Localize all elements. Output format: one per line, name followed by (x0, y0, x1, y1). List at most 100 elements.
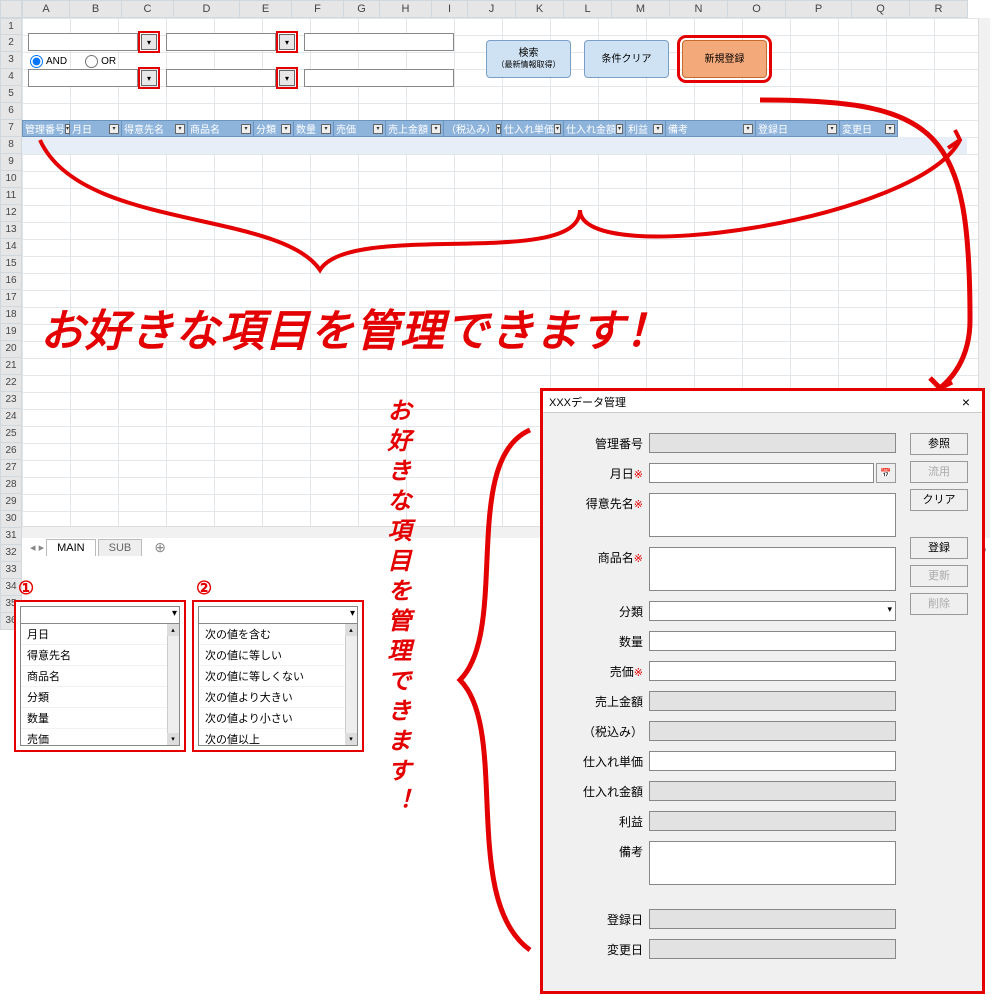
filter-icon[interactable]: ▾ (281, 124, 291, 134)
list-item[interactable]: 売価 (21, 729, 179, 746)
input-note[interactable] (649, 841, 896, 885)
dd1-scroll-down-icon[interactable]: ▾ (167, 733, 179, 745)
row-header[interactable]: 11 (0, 188, 22, 205)
dropdown-button-1b[interactable]: ▾ (279, 34, 295, 50)
row-header[interactable]: 3 (0, 52, 22, 69)
col-header-C[interactable]: C (122, 0, 174, 18)
table-header-cell[interactable]: 分類▾ (254, 120, 294, 137)
search-value-1[interactable] (304, 33, 454, 51)
list-item[interactable]: 分類 (21, 687, 179, 708)
row-header[interactable]: 23 (0, 392, 22, 409)
tab-nav-left[interactable]: ◂ ▸ (30, 541, 44, 554)
filter-icon[interactable]: ▾ (616, 124, 623, 134)
radio-and-input[interactable] (30, 55, 43, 68)
table-header-cell[interactable]: 仕入れ金額▾ (564, 120, 626, 137)
filter-icon[interactable]: ▾ (373, 124, 383, 134)
list-item[interactable]: 次の値を含む (199, 624, 357, 645)
calendar-icon[interactable]: 📅 (876, 463, 896, 483)
clear-button[interactable]: クリア (910, 489, 968, 511)
col-header-A[interactable]: A (22, 0, 70, 18)
table-header-cell[interactable]: 数量▾ (294, 120, 334, 137)
tab-add[interactable]: ⊕ (144, 537, 176, 558)
col-header-K[interactable]: K (516, 0, 564, 18)
filter-icon[interactable]: ▾ (554, 124, 561, 134)
row-header[interactable]: 21 (0, 358, 22, 375)
row-header[interactable]: 5 (0, 86, 22, 103)
row-header[interactable]: 16 (0, 273, 22, 290)
tab-sub[interactable]: SUB (98, 539, 143, 556)
input-price[interactable] (649, 661, 896, 681)
row-header[interactable]: 19 (0, 324, 22, 341)
table-header-cell[interactable]: 備考▾ (666, 120, 756, 137)
table-header-cell[interactable]: 得意先名▾ (122, 120, 188, 137)
new-register-button[interactable]: 新規登録 (682, 40, 767, 78)
list-item[interactable]: 次の値に等しい (199, 645, 357, 666)
radio-and[interactable]: AND (30, 55, 67, 68)
list-item[interactable]: 次の値より大きい (199, 687, 357, 708)
row-header[interactable]: 2 (0, 35, 22, 52)
dropdown-button-1a[interactable]: ▾ (141, 34, 157, 50)
row-header[interactable]: 13 (0, 222, 22, 239)
close-icon[interactable]: × (956, 394, 976, 410)
row-header[interactable]: 20 (0, 341, 22, 358)
search-cond-2a[interactable] (166, 69, 276, 87)
radio-or-input[interactable] (85, 55, 98, 68)
update-button[interactable]: 更新 (910, 565, 968, 587)
filter-icon[interactable]: ▾ (431, 124, 441, 134)
row-header[interactable]: 9 (0, 154, 22, 171)
col-header-E[interactable]: E (240, 0, 292, 18)
row-header[interactable]: 12 (0, 205, 22, 222)
dd2-scrollbar[interactable]: ▴ ▾ (345, 624, 357, 745)
table-header-cell[interactable]: 月日▾ (70, 120, 122, 137)
dialog-titlebar[interactable]: XXXデータ管理 × (543, 391, 982, 413)
row-header[interactable]: 28 (0, 477, 22, 494)
row-header[interactable]: 29 (0, 494, 22, 511)
row-header[interactable]: 15 (0, 256, 22, 273)
row-header[interactable]: 10 (0, 171, 22, 188)
col-header-O[interactable]: O (728, 0, 786, 18)
col-header-N[interactable]: N (670, 0, 728, 18)
col-header-I[interactable]: I (432, 0, 468, 18)
input-customer[interactable] (649, 493, 896, 537)
row-header[interactable]: 6 (0, 103, 22, 120)
filter-icon[interactable]: ▾ (743, 124, 753, 134)
dd2-scroll-down-icon[interactable]: ▾ (345, 733, 357, 745)
col-header-G[interactable]: G (344, 0, 380, 18)
search-cond-1a[interactable] (166, 33, 276, 51)
list-item[interactable]: 商品名 (21, 666, 179, 687)
search-button[interactable]: 検索 （最新情報取得） (486, 40, 571, 78)
filter-icon[interactable]: ▾ (175, 124, 185, 134)
search-value-2[interactable] (304, 69, 454, 87)
list-item[interactable]: 次の値に等しくない (199, 666, 357, 687)
row-header[interactable]: 24 (0, 409, 22, 426)
list-item[interactable]: 得意先名 (21, 645, 179, 666)
filter-icon[interactable]: ▾ (496, 124, 501, 134)
dd1-list[interactable]: ▴ ▾ 月日得意先名商品名分類数量売価売上金額 (20, 624, 180, 746)
dd1-scroll-up-icon[interactable]: ▴ (167, 624, 179, 636)
col-header-F[interactable]: F (292, 0, 344, 18)
row-header[interactable]: 30 (0, 511, 22, 528)
col-header-R[interactable]: R (910, 0, 968, 18)
clear-conditions-button[interactable]: 条件クリア (584, 40, 669, 78)
dd2-scroll-up-icon[interactable]: ▴ (345, 624, 357, 636)
row-header[interactable]: 32 (0, 545, 22, 562)
filter-icon[interactable]: ▾ (321, 124, 331, 134)
search-field-2a[interactable] (28, 69, 138, 87)
delete-button[interactable]: 削除 (910, 593, 968, 615)
row-header[interactable]: 7 (0, 120, 22, 137)
col-header-P[interactable]: P (786, 0, 852, 18)
list-item[interactable]: 次の値より小さい (199, 708, 357, 729)
dd2-combo[interactable] (198, 606, 358, 624)
input-product[interactable] (649, 547, 896, 591)
row-header[interactable]: 8 (0, 137, 22, 154)
list-item[interactable]: 月日 (21, 624, 179, 645)
table-header-cell[interactable]: 変更日▾ (840, 120, 898, 137)
row-header[interactable]: 1 (0, 18, 22, 35)
dd2-list[interactable]: ▴ ▾ 次の値を含む次の値に等しい次の値に等しくない次の値より大きい次の値より小… (198, 624, 358, 746)
filter-icon[interactable]: ▾ (241, 124, 251, 134)
select-all-cell[interactable] (0, 0, 22, 18)
tab-main[interactable]: MAIN (46, 539, 96, 556)
row-header[interactable]: 31 (0, 528, 22, 545)
ref-button[interactable]: 参照 (910, 433, 968, 455)
table-data-row[interactable] (22, 137, 967, 154)
